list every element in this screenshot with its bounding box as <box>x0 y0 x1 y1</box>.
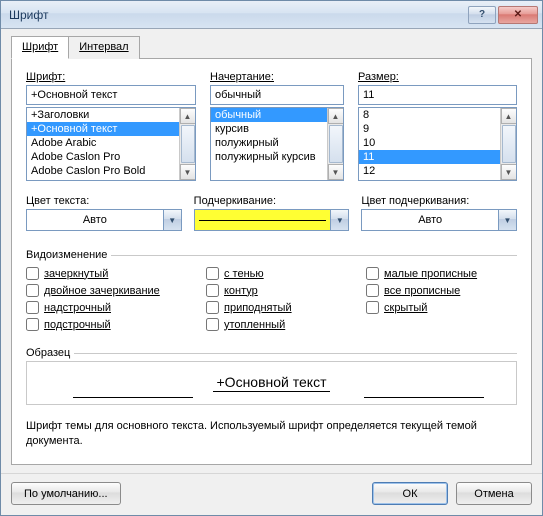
check-emboss[interactable]: приподнятый <box>206 301 366 314</box>
scroll-down-icon[interactable]: ▼ <box>180 164 196 180</box>
check-sub[interactable]: подстрочный <box>26 318 206 331</box>
underline-combo[interactable]: ▼ <box>194 209 350 231</box>
col-underline-color: Цвет подчеркивания: Авто ▼ <box>361 195 517 231</box>
check-strike[interactable]: зачеркнутый <box>26 267 206 280</box>
scrollbar[interactable]: ▲ ▼ <box>179 108 195 180</box>
font-input[interactable] <box>26 85 196 105</box>
label-effects: Видоизменение <box>26 249 107 261</box>
font-dialog: Шрифт ? ✕ Шрифт Интервал Шрифт: +Заголов… <box>0 0 543 516</box>
text-color-combo[interactable]: Авто ▼ <box>26 209 182 231</box>
sample-box: +Основной текст <box>26 361 517 405</box>
combo-value: Авто <box>27 210 163 230</box>
list-item[interactable]: курсив <box>211 122 327 136</box>
combo-value: Авто <box>362 210 498 230</box>
defaults-button[interactable]: По умолчанию... <box>11 482 121 505</box>
list-item[interactable]: 12 <box>359 164 500 178</box>
row-font-style-size: Шрифт: +Заголовки +Основной текст Adobe … <box>26 71 517 181</box>
check-shadow[interactable]: с тенью <box>206 267 366 280</box>
col-style: Начертание: обычный курсив полужирный по… <box>210 71 344 181</box>
scroll-up-icon[interactable]: ▲ <box>328 108 344 124</box>
label-font: Шрифт: <box>26 71 196 83</box>
style-listbox[interactable]: обычный курсив полужирный полужирный кур… <box>210 107 344 181</box>
label-style: Начертание: <box>210 71 344 83</box>
group-sample: Образец +Основной текст <box>26 345 517 405</box>
scroll-thumb[interactable] <box>181 125 195 163</box>
chevron-down-icon[interactable]: ▼ <box>498 210 516 230</box>
sample-text: +Основной текст <box>213 374 331 392</box>
style-input[interactable] <box>210 85 344 105</box>
check-dstrike[interactable]: двойное зачеркивание <box>26 284 206 297</box>
group-effects: Видоизменение зачеркнутый с тенью малые … <box>26 247 517 331</box>
underline-color-combo[interactable]: Авто ▼ <box>361 209 517 231</box>
check-allcaps[interactable]: все прописные <box>366 284 517 297</box>
dialog-content: Шрифт Интервал Шрифт: +Заголовки +Основн… <box>1 29 542 473</box>
description: Шрифт темы для основного текста. Использ… <box>26 419 517 449</box>
list-item[interactable]: полужирный <box>211 136 327 150</box>
list-item[interactable]: +Заголовки <box>27 108 179 122</box>
list-item[interactable]: Adobe Caslon Pro Bold <box>27 164 179 178</box>
col-underline: Подчеркивание: ▼ <box>194 195 350 231</box>
scroll-up-icon[interactable]: ▲ <box>501 108 517 124</box>
row-colors: Цвет текста: Авто ▼ Подчеркивание: ▼ Цве… <box>26 195 517 231</box>
combo-value <box>195 210 331 230</box>
titlebar: Шрифт ? ✕ <box>1 1 542 29</box>
list-item[interactable]: полужирный курсив <box>211 150 327 164</box>
scroll-thumb[interactable] <box>502 125 516 163</box>
check-outline[interactable]: контур <box>206 284 366 297</box>
size-listbox[interactable]: 8 9 10 11 12 ▲ ▼ <box>358 107 517 181</box>
col-font: Шрифт: +Заголовки +Основной текст Adobe … <box>26 71 196 181</box>
panel-font: Шрифт: +Заголовки +Основной текст Adobe … <box>11 58 532 465</box>
label-size: Размер: <box>358 71 517 83</box>
scroll-thumb[interactable] <box>329 125 343 163</box>
scroll-down-icon[interactable]: ▼ <box>328 164 344 180</box>
close-button[interactable]: ✕ <box>498 6 538 24</box>
sample-rule-left <box>73 397 193 398</box>
label-underline: Подчеркивание: <box>194 195 350 207</box>
chevron-down-icon[interactable]: ▼ <box>330 210 348 230</box>
scroll-up-icon[interactable]: ▲ <box>180 108 196 124</box>
list-item[interactable]: 8 <box>359 108 500 122</box>
window-title: Шрифт <box>9 8 466 22</box>
help-button[interactable]: ? <box>468 6 496 24</box>
tab-spacing[interactable]: Интервал <box>68 36 139 59</box>
check-super[interactable]: надстрочный <box>26 301 206 314</box>
footer: По умолчанию... ОК Отмена <box>1 473 542 515</box>
check-smallcaps[interactable]: малые прописные <box>366 267 517 280</box>
chevron-down-icon[interactable]: ▼ <box>163 210 181 230</box>
label-sample: Образец <box>26 347 70 359</box>
cancel-button[interactable]: Отмена <box>456 482 532 505</box>
col-size: Размер: 8 9 10 11 12 ▲ ▼ <box>358 71 517 181</box>
list-item[interactable]: Adobe Arabic <box>27 136 179 150</box>
check-engrave[interactable]: утопленный <box>206 318 366 331</box>
list-item[interactable]: 10 <box>359 136 500 150</box>
list-item[interactable]: 11 <box>359 150 500 164</box>
label-text-color: Цвет текста: <box>26 195 182 207</box>
list-item[interactable]: обычный <box>211 108 327 122</box>
list-item[interactable]: 9 <box>359 122 500 136</box>
size-input[interactable] <box>358 85 517 105</box>
scrollbar[interactable]: ▲ ▼ <box>327 108 343 180</box>
list-item[interactable]: Adobe Caslon Pro <box>27 150 179 164</box>
label-underline-color: Цвет подчеркивания: <box>361 195 517 207</box>
scrollbar[interactable]: ▲ ▼ <box>500 108 516 180</box>
list-item[interactable]: +Основной текст <box>27 122 179 136</box>
tabs: Шрифт Интервал <box>11 36 532 59</box>
font-listbox[interactable]: +Заголовки +Основной текст Adobe Arabic … <box>26 107 196 181</box>
ok-button[interactable]: ОК <box>372 482 448 505</box>
scroll-down-icon[interactable]: ▼ <box>501 164 517 180</box>
col-text-color: Цвет текста: Авто ▼ <box>26 195 182 231</box>
sample-rule-right <box>364 397 484 398</box>
tab-font[interactable]: Шрифт <box>11 36 69 59</box>
check-hidden[interactable]: скрытый <box>366 301 517 314</box>
